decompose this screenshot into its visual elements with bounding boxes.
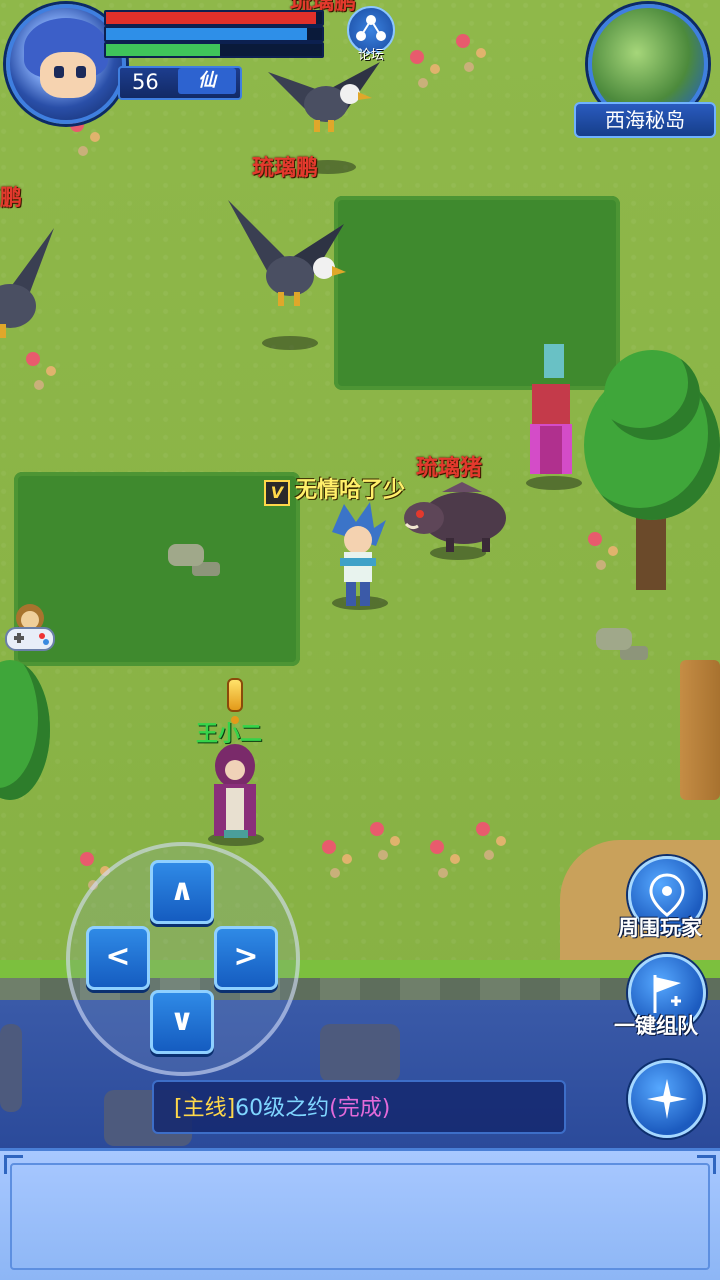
flower-cluster: [26, 352, 40, 366]
flower-cluster: [370, 822, 384, 836]
level-badge: 56 仙: [118, 66, 242, 100]
flower-cluster: [476, 822, 490, 836]
gamepad-monkey-icon[interactable]: [2, 600, 58, 656]
tree: [0, 660, 50, 810]
map-pin-icon: [649, 873, 685, 917]
chat-area: [10, 1163, 710, 1270]
player-character[interactable]: [322, 502, 392, 610]
quest-tracker[interactable]: [主线]60级之约(完成): [152, 1080, 566, 1134]
movement-dpad[interactable]: ∧ < > ∨: [66, 842, 300, 1076]
flower-cluster: [456, 34, 470, 48]
monster-name-label: 琉璃鹏: [252, 156, 319, 181]
stone-pile: [596, 628, 632, 650]
flower-cluster: [80, 852, 94, 866]
flag-plus-icon: [653, 975, 681, 1013]
eagle-monster[interactable]: [228, 200, 348, 320]
dpad-up-button[interactable]: ∧: [150, 860, 214, 924]
quest-status: (完成): [329, 1096, 391, 1121]
player-name-tag: V 无情哈了少: [264, 472, 405, 506]
sea-rock: [320, 1024, 400, 1082]
panel-corner-ornament: [697, 1155, 716, 1174]
hp-bar: [104, 10, 324, 26]
npc-character[interactable]: [206, 744, 264, 842]
dpad-right-button[interactable]: >: [214, 926, 278, 990]
monster-name-label: 琉璃猪: [416, 456, 483, 481]
chat-panel[interactable]: [0, 1148, 720, 1280]
flower-cluster: [430, 840, 444, 854]
class-title: 仙: [178, 68, 236, 94]
compass-star-icon: [647, 1079, 687, 1119]
monster-name-label: 璃鹏: [0, 186, 23, 211]
location-name: 西海秘岛: [574, 102, 716, 138]
quest-name: 60级之约: [235, 1096, 330, 1121]
forum-button[interactable]: 论坛: [346, 6, 396, 63]
dpad-left-button[interactable]: <: [86, 926, 150, 990]
nearby-players-label: 周围玩家: [618, 916, 702, 940]
flower-cluster: [410, 50, 424, 64]
forum-label: 论坛: [357, 48, 384, 63]
dpad-down-button[interactable]: ∨: [150, 990, 214, 1054]
eagle-monster[interactable]: [268, 52, 380, 138]
wooden-fence: [680, 660, 720, 800]
panel-corner-ornament: [4, 1155, 23, 1174]
one-click-team-label: 一键组队: [614, 1014, 698, 1038]
level-number: 56: [132, 70, 159, 94]
boar-monster[interactable]: [402, 478, 514, 562]
xp-bar: [104, 42, 324, 58]
other-player-character[interactable]: [522, 344, 580, 484]
tree: [584, 350, 720, 590]
stone-pile: [168, 544, 204, 566]
mp-bar: [104, 26, 324, 42]
compass-button[interactable]: [628, 1060, 706, 1138]
player-name-label: 无情哈了少: [295, 478, 406, 503]
vip-badge-icon: V: [264, 479, 290, 506]
quest-exclamation-icon: [226, 678, 244, 724]
quest-tag: [主线]: [174, 1096, 236, 1121]
eagle-shadow: [262, 336, 318, 350]
sea-rock: [0, 1024, 22, 1112]
flower-cluster: [322, 840, 336, 854]
eagle-monster[interactable]: [0, 228, 60, 348]
